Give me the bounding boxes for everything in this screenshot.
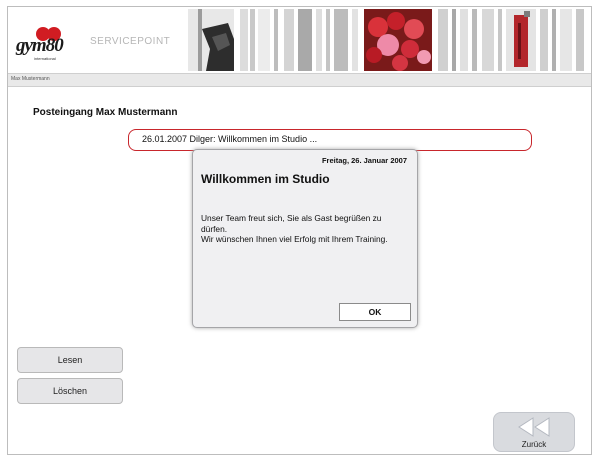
user-bar-label: Max Mustermann — [11, 76, 50, 82]
logo-text: gym80 — [16, 35, 64, 56]
inbox-title: Posteingang Max Mustermann — [33, 107, 178, 118]
message-list-item[interactable]: 26.01.2007 Dilger: Willkommen im Studio … — [128, 129, 532, 151]
back-arrow-icon — [518, 417, 550, 437]
dialog-body-line-1: Unser Team freut sich, Sie als Gast begr… — [201, 213, 382, 234]
dialog-body: Unser Team freut sich, Sie als Gast begr… — [201, 213, 406, 245]
message-dialog: Freitag, 26. Januar 2007 Willkommen im S… — [192, 149, 418, 328]
back-button-label: Zurück — [521, 440, 547, 449]
dialog-date: Freitag, 26. Januar 2007 — [321, 156, 407, 165]
gym80-logo: gym80 international — [16, 27, 86, 61]
servicepoint-label: SERVICEPOINT — [90, 36, 171, 47]
header: gym80 international SERVICEPOINT — [8, 7, 591, 73]
message-preview: 26.01.2007 Dilger: Willkommen im Studio … — [142, 134, 318, 144]
back-button[interactable]: Zurück — [493, 412, 575, 452]
app-window: gym80 international SERVICEPOINT Max Mus… — [7, 6, 592, 455]
read-button[interactable]: Lesen — [17, 347, 123, 373]
dialog-title: Willkommen im Studio — [201, 172, 330, 186]
user-bar: Max Mustermann — [8, 74, 591, 87]
ok-button[interactable]: OK — [339, 303, 411, 321]
dialog-body-line-2: Wir wünschen Ihnen viel Erfolg mit Ihrem… — [201, 234, 388, 244]
header-photo-strip — [188, 9, 584, 71]
logo-subtext: international — [34, 56, 56, 61]
delete-button[interactable]: Löschen — [17, 378, 123, 404]
